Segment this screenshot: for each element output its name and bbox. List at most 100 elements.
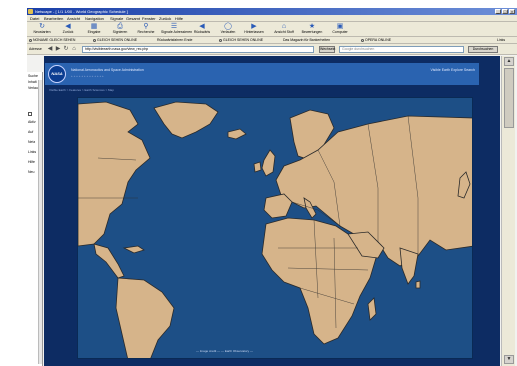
menu-help[interactable]: Hilfe xyxy=(175,15,183,22)
link-item[interactable]: Rückwärtsfahren Ende xyxy=(157,37,192,44)
scroll-down-icon[interactable]: ▼ xyxy=(504,355,514,364)
input-icon: ▦ xyxy=(90,23,98,30)
history-icon: ◯ xyxy=(224,23,232,30)
toolbar: ↻ Neustarten ◀ Zurück ▦ Eingabe ⎙ Signie… xyxy=(27,22,517,37)
link-radio-icon xyxy=(219,38,222,42)
breadcrumb[interactable]: Visible Earth > Features > Earth Science… xyxy=(49,88,114,92)
computer-button[interactable]: ▣ Computer xyxy=(327,23,353,36)
search-label: Recherche xyxy=(137,30,155,34)
forward-nav-icon[interactable]: ▶ xyxy=(55,46,61,53)
side-checkbox[interactable] xyxy=(28,112,32,116)
link-item[interactable]: GLEICH SEHEN ONLINE xyxy=(93,37,137,44)
side-item[interactable]: Hilfe xyxy=(28,160,35,165)
computer-icon: ▣ xyxy=(336,23,344,30)
close-button[interactable]: × xyxy=(509,9,515,14)
go-button[interactable]: Wechseln xyxy=(319,46,335,53)
site-header: NASA National Aeronautics and Space Admi… xyxy=(45,63,479,85)
side-item[interactable]: Links xyxy=(28,150,36,155)
history-button[interactable]: ◯ Verlaufen xyxy=(215,23,241,36)
search-input[interactable]: Google durchsuchen xyxy=(339,46,464,53)
forward-label: Hinterlassen xyxy=(244,30,264,34)
ireland xyxy=(253,161,262,173)
print-button[interactable]: ⎙ Signieren xyxy=(107,23,133,36)
address-input[interactable]: http://visibleearth.nasa.gov/view_rec.ph… xyxy=(82,46,314,53)
link-item[interactable]: NONAME GLEICH SEHEN xyxy=(29,37,75,44)
side-item[interactable]: Inhalt xyxy=(28,80,37,85)
side-item[interactable]: Aktiv xyxy=(28,120,36,125)
scroll-up-icon[interactable]: ▲ xyxy=(504,57,514,66)
browser-window: Netscape - [ 1/1 1/00 - World Geographic… xyxy=(27,8,517,366)
menu-edit[interactable]: Bearbeiten xyxy=(44,15,63,22)
menu-view[interactable]: Ansicht xyxy=(67,15,80,22)
input-label: Eingabe xyxy=(87,30,101,34)
menu-signals[interactable]: Signale xyxy=(110,15,123,22)
title-bar: Netscape - [ 1/1 1/00 - World Geographic… xyxy=(27,8,517,15)
reload-label: Neustarten xyxy=(33,30,51,34)
side-item[interactable]: Netz xyxy=(28,140,35,145)
minimize-button[interactable]: _ xyxy=(495,9,501,14)
site-subtitle: + + + + + + + + + + + + + xyxy=(71,74,104,78)
scroll-thumb[interactable] xyxy=(504,68,514,128)
iceland xyxy=(227,128,247,140)
link-item[interactable]: GLEICH SEHEN ONLINE xyxy=(219,37,263,44)
input-button[interactable]: ▦ Eingabe xyxy=(81,23,107,36)
map-caption: — Image credit — — Earth Observatory — xyxy=(196,349,254,353)
link-item[interactable]: OPERA ONLINE xyxy=(361,37,391,44)
world-map[interactable]: — Image credit — — Earth Observatory — xyxy=(77,97,473,359)
world-map-graphic xyxy=(78,101,472,358)
refresh-nav-icon[interactable]: ↻ xyxy=(63,46,69,53)
home-label: Ansicht Stoff xyxy=(274,30,294,34)
links-label[interactable]: Links xyxy=(497,37,505,44)
rating-button[interactable]: ★ Bewertungen xyxy=(299,23,325,36)
link-item[interactable]: Das Magazin für Bankerheiten xyxy=(283,37,330,44)
side-scrollbar[interactable] xyxy=(38,80,42,364)
menu-back[interactable]: Zurück xyxy=(159,15,171,22)
home-icon: ⌂ xyxy=(281,23,287,30)
link-radio-icon xyxy=(361,38,364,42)
forward-button[interactable]: ▶ Hinterlassen xyxy=(241,23,267,36)
window-title: Netscape - [ 1/1 1/00 - World Geographic… xyxy=(35,9,128,14)
nasa-logo[interactable]: NASA xyxy=(48,65,66,83)
side-item[interactable]: Suche xyxy=(28,74,38,79)
home-nav-icon[interactable]: ⌂ xyxy=(71,46,77,53)
reload-button[interactable]: ↻ Neustarten xyxy=(29,23,55,36)
search-submit-button[interactable]: Durchsuchen xyxy=(468,46,498,53)
side-item[interactable]: Auf xyxy=(28,130,33,135)
address-label: Adresse xyxy=(29,47,42,51)
page-scrollbar[interactable]: ▲ ▼ xyxy=(501,56,515,366)
link-radio-icon xyxy=(29,38,32,42)
home-button[interactable]: ⌂ Ansicht Stoff xyxy=(271,23,297,36)
header-links[interactable]: Visible Earth Explore Search xyxy=(431,68,476,72)
side-panel: Suche Inhalt Verlauf Aktiv Auf Netz Link… xyxy=(27,72,43,366)
rewind-icon: ◀ xyxy=(199,23,205,30)
great-britain xyxy=(261,149,276,177)
links-bar: NONAME GLEICH SEHEN GLEICH SEHEN ONLINE … xyxy=(27,37,517,44)
link-radio-icon xyxy=(93,38,96,42)
forward-icon: ▶ xyxy=(251,23,257,30)
signal-button[interactable]: ☰ Signale Adressieren xyxy=(161,23,192,36)
search-icon: ⚲ xyxy=(143,23,149,30)
side-item[interactable]: Neu xyxy=(28,170,34,175)
menu-total[interactable]: Gesamt xyxy=(126,15,140,22)
maximize-button[interactable]: □ xyxy=(502,9,508,14)
rewind-label: Rückwärts xyxy=(193,30,211,34)
central-america xyxy=(93,243,125,279)
madagascar xyxy=(367,297,377,321)
computer-label: Computer xyxy=(332,30,348,34)
menu-window[interactable]: Fenster xyxy=(142,15,156,22)
menu-bar: Datei Bearbeiten Ansicht Navigation Sign… xyxy=(27,15,517,22)
menu-navigation[interactable]: Navigation xyxy=(85,15,104,22)
address-bar: Adresse ◀ ▶ ↻ ⌂ http://visibleearth.nasa… xyxy=(27,44,517,55)
back-button[interactable]: ◀ Zurück xyxy=(55,23,81,36)
iberia xyxy=(263,193,293,219)
rating-label: Bewertungen xyxy=(301,30,323,34)
menu-file[interactable]: Datei xyxy=(30,15,39,22)
reload-icon: ↻ xyxy=(39,23,45,30)
rating-icon: ★ xyxy=(308,23,316,30)
rewind-button[interactable]: ◀ Rückwärts xyxy=(189,23,215,36)
back-nav-icon[interactable]: ◀ xyxy=(47,46,53,53)
print-label: Signieren xyxy=(112,30,128,34)
site-title: National Aeronautics and Space Administr… xyxy=(71,68,144,72)
search-button[interactable]: ⚲ Recherche xyxy=(133,23,159,36)
south-america xyxy=(115,277,175,358)
